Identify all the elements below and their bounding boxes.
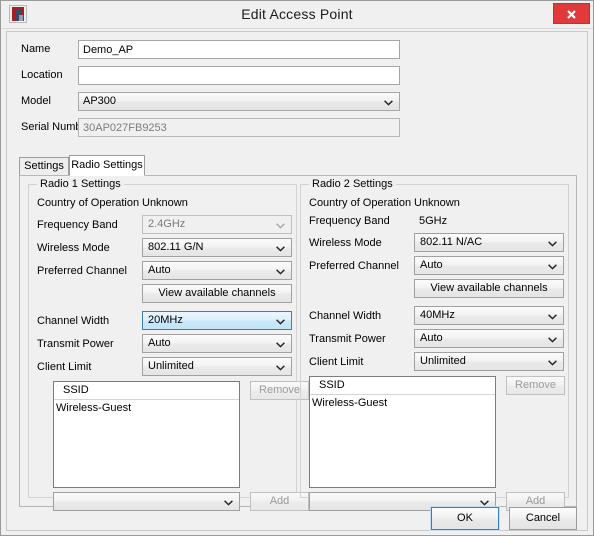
title-bar: Edit Access Point	[1, 1, 593, 29]
dialog-footer: OK Cancel	[7, 505, 587, 531]
radio-settings-panel: Radio 1 Settings Country of Operation Un…	[19, 175, 577, 511]
radio1-view-available-channels-button[interactable]: View available channels	[142, 284, 292, 303]
close-button[interactable]	[553, 3, 590, 24]
ok-button[interactable]: OK	[430, 506, 500, 531]
tab-settings-label: Settings	[24, 160, 64, 172]
radio1-preferred-channel-label: Preferred Channel	[37, 265, 127, 277]
radio1-country-value: Unknown	[142, 197, 188, 209]
model-value: AP300	[83, 95, 117, 107]
radio1-preferred-channel-value: Auto	[148, 264, 171, 276]
radio1-frequency-band-dropdown: 2.4GHz	[142, 215, 292, 234]
location-row: Location	[7, 66, 587, 85]
radio1-wireless-mode-value: 802.11 G/N	[148, 241, 204, 253]
chevron-down-icon	[548, 240, 557, 247]
radio2-channel-width-value: 40MHz	[420, 309, 455, 321]
name-label: Name	[21, 43, 51, 55]
radio2-frequency-band-value: 5GHz	[419, 215, 448, 227]
chevron-down-icon	[384, 99, 393, 106]
chevron-down-icon	[548, 313, 557, 320]
close-icon	[567, 10, 576, 19]
chevron-down-icon	[548, 336, 557, 343]
name-input[interactable]	[78, 40, 400, 59]
chevron-down-icon	[276, 268, 285, 275]
radio2-wireless-mode-dropdown[interactable]: 802.11 N/AC	[414, 233, 564, 252]
radio1-client-limit-label: Client Limit	[37, 361, 92, 373]
radio1-client-limit-dropdown[interactable]: Unlimited	[142, 357, 292, 376]
chevron-down-icon	[276, 341, 285, 348]
radio2-ssid-column-header: SSID	[310, 377, 495, 395]
radio1-remove-label: Remove	[259, 384, 300, 396]
chevron-down-icon	[276, 222, 285, 229]
chevron-down-icon	[276, 364, 285, 371]
radio1-frequency-band-value: 2.4GHz	[148, 218, 186, 230]
chevron-down-icon	[276, 245, 285, 252]
radio2-transmit-power-dropdown[interactable]: Auto	[414, 329, 564, 348]
model-dropdown[interactable]: AP300	[78, 92, 400, 111]
radio1-frequency-band-label: Frequency Band	[37, 219, 118, 231]
radio1-transmit-power-dropdown[interactable]: Auto	[142, 334, 292, 353]
radio2-remove-label: Remove	[515, 379, 556, 391]
radio2-channel-width-label: Channel Width	[309, 310, 382, 322]
list-item[interactable]: Wireless-Guest	[54, 400, 239, 416]
serial-number-row: Serial Number	[7, 118, 587, 137]
chevron-down-icon	[548, 359, 557, 366]
tab-radio-settings[interactable]: Radio Settings	[69, 155, 145, 176]
radio2-group-title: Radio 2 Settings	[309, 178, 396, 190]
chevron-down-icon	[548, 263, 557, 270]
radio2-ssid-list[interactable]: SSID Wireless-Guest	[309, 376, 496, 488]
radio2-preferred-channel-dropdown[interactable]: Auto	[414, 256, 564, 275]
name-row: Name	[7, 40, 587, 59]
dialog-content: Name Location Model AP300 Serial Number	[6, 31, 588, 531]
list-item[interactable]: Wireless-Guest	[310, 395, 495, 411]
radio2-preferred-channel-value: Auto	[420, 259, 443, 271]
radio2-transmit-power-value: Auto	[420, 332, 443, 344]
model-row: Model AP300	[7, 92, 587, 111]
radio2-country-value: Unknown	[414, 197, 460, 209]
radio1-transmit-power-label: Transmit Power	[37, 338, 114, 350]
radio2-group: Radio 2 Settings Country of Operation Un…	[300, 178, 569, 511]
tab-strip: Settings Radio Settings	[19, 155, 579, 176]
radio2-transmit-power-label: Transmit Power	[309, 333, 386, 345]
tab-radio-settings-label: Radio Settings	[71, 159, 143, 171]
radio2-client-limit-dropdown[interactable]: Unlimited	[414, 352, 564, 371]
radio1-channel-width-value: 20MHz	[148, 314, 183, 326]
radio1-group-title: Radio 1 Settings	[37, 178, 124, 190]
radio1-preferred-channel-dropdown[interactable]: Auto	[142, 261, 292, 280]
radio1-view-available-channels-label: View available channels	[158, 287, 276, 299]
radio1-channel-width-dropdown[interactable]: 20MHz	[142, 311, 292, 330]
ok-label: OK	[457, 512, 473, 524]
radio1-channel-width-label: Channel Width	[37, 315, 110, 327]
radio1-country-label: Country of Operation	[37, 197, 140, 209]
radio1-ssid-column-header: SSID	[54, 382, 239, 400]
radio2-country-label: Country of Operation	[309, 197, 412, 209]
radio2-remove-ssid-button[interactable]: Remove	[506, 376, 565, 395]
radio2-view-available-channels-button[interactable]: View available channels	[414, 279, 564, 298]
window-title: Edit Access Point	[241, 6, 353, 22]
tab-settings[interactable]: Settings	[19, 157, 69, 175]
location-input[interactable]	[78, 66, 400, 85]
radio2-view-available-channels-label: View available channels	[430, 282, 548, 294]
radio2-wireless-mode-value: 802.11 N/AC	[420, 236, 483, 248]
cancel-label: Cancel	[525, 512, 561, 524]
radio2-client-limit-label: Client Limit	[309, 356, 364, 368]
model-label: Model	[21, 95, 51, 107]
cancel-button[interactable]: Cancel	[509, 507, 577, 530]
radio2-client-limit-value: Unlimited	[420, 355, 466, 367]
radio2-preferred-channel-label: Preferred Channel	[309, 260, 399, 272]
radio1-client-limit-value: Unlimited	[148, 360, 194, 372]
radio2-channel-width-dropdown[interactable]: 40MHz	[414, 306, 564, 325]
radio2-wireless-mode-label: Wireless Mode	[309, 237, 382, 249]
radio1-group: Radio 1 Settings Country of Operation Un…	[28, 178, 309, 511]
radio1-transmit-power-value: Auto	[148, 337, 171, 349]
radio1-wireless-mode-label: Wireless Mode	[37, 242, 110, 254]
location-label: Location	[21, 69, 63, 81]
radio1-ssid-list[interactable]: SSID Wireless-Guest	[53, 381, 240, 488]
edit-access-point-window: Edit Access Point Name Location Model AP…	[0, 0, 594, 536]
chevron-down-icon	[276, 318, 285, 325]
serial-number-input	[78, 118, 400, 137]
radio2-frequency-band-label: Frequency Band	[309, 215, 390, 227]
radio1-wireless-mode-dropdown[interactable]: 802.11 G/N	[142, 238, 292, 257]
